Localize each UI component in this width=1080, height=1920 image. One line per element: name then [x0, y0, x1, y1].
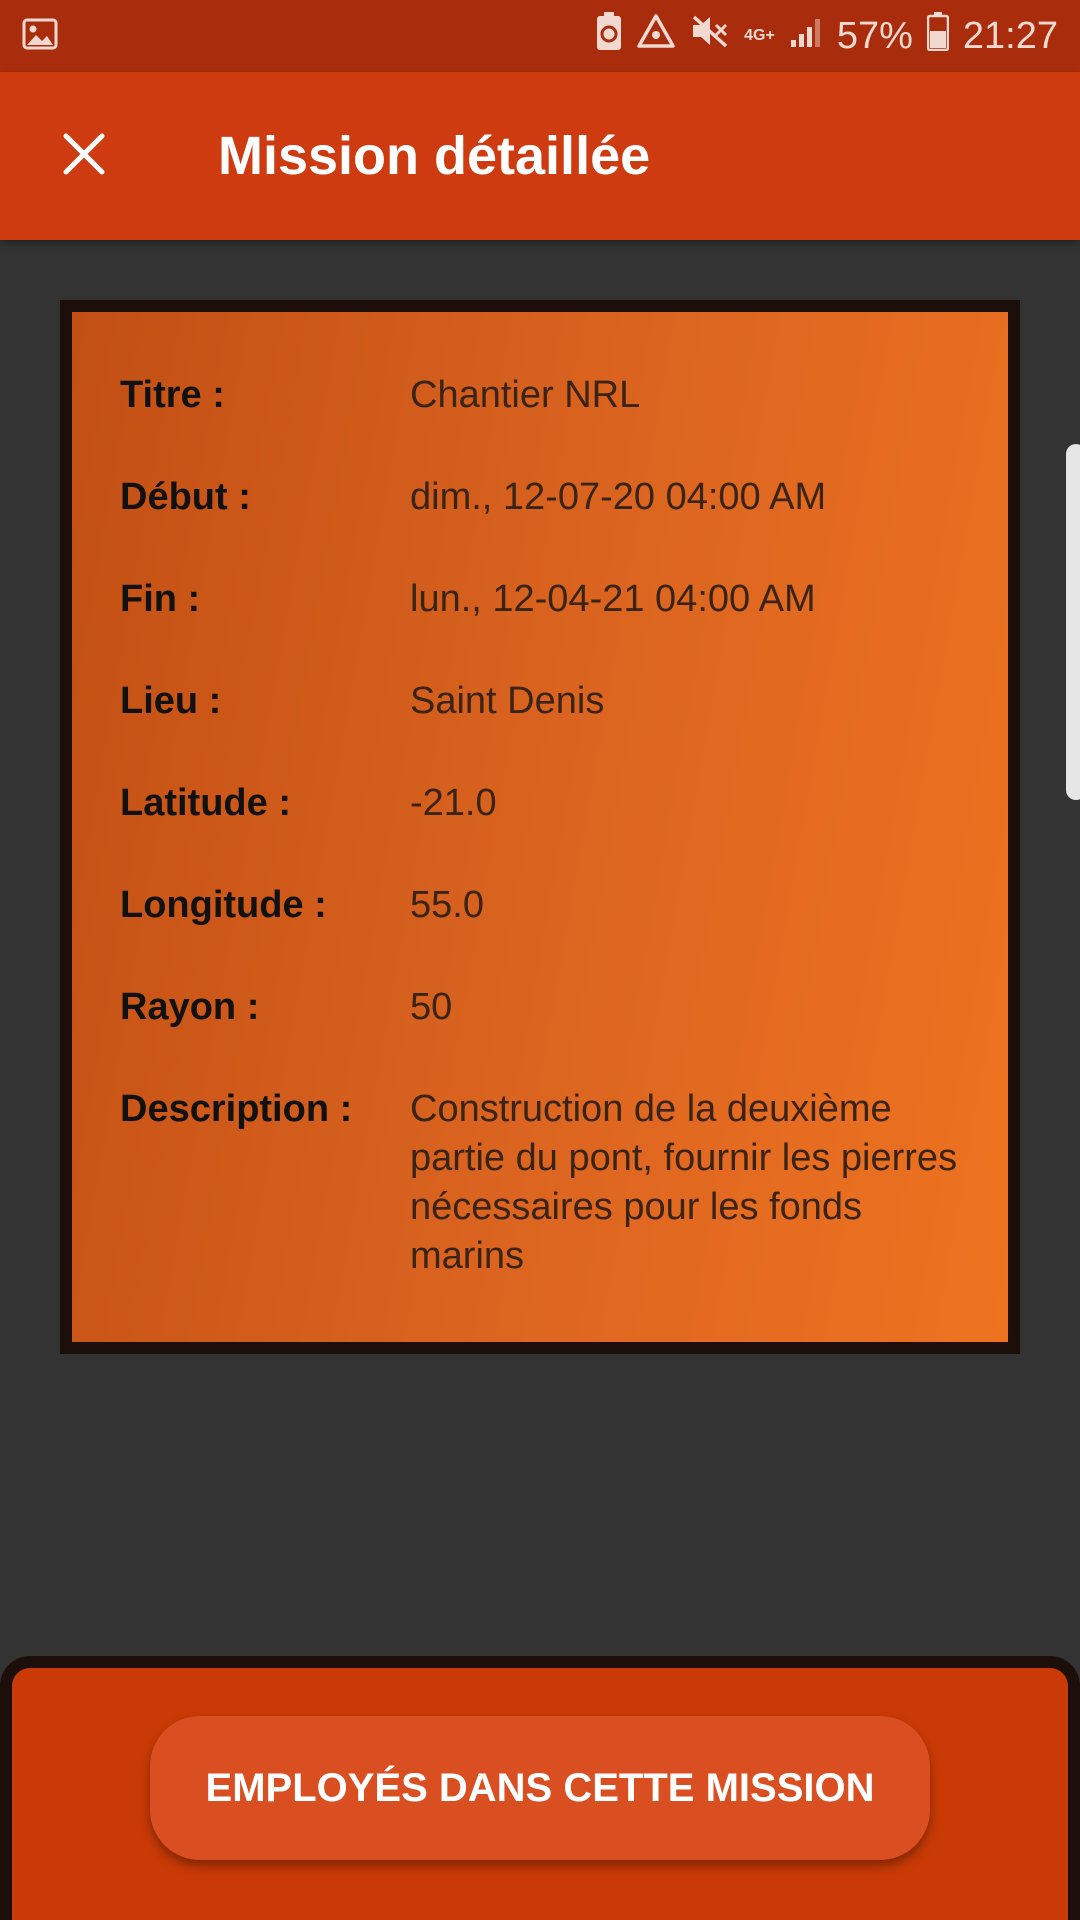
- close-button[interactable]: [48, 120, 120, 192]
- field-value: Construction de la deuxième partie du po…: [410, 1088, 958, 1277]
- field-row-description: Description : Construction de la deuxièm…: [120, 1085, 968, 1281]
- field-label: Rayon :: [120, 986, 260, 1028]
- field-row-lieu: Lieu : Saint Denis: [120, 677, 968, 726]
- field-label: Latitude :: [120, 782, 291, 824]
- field-row-longitude: Longitude : 55.0: [120, 881, 968, 930]
- bottom-action-panel: EMPLOYÉS DANS CETTE MISSION: [0, 1656, 1080, 1920]
- field-label: Lieu :: [120, 680, 222, 722]
- field-value: lun., 12-04-21 04:00 AM: [410, 578, 816, 620]
- field-label: Fin :: [120, 578, 201, 620]
- field-value: Saint Denis: [410, 680, 605, 722]
- field-row-fin: Fin : lun., 12-04-21 04:00 AM: [120, 575, 968, 624]
- field-value: 55.0: [410, 884, 484, 926]
- field-label: Longitude :: [120, 884, 327, 926]
- field-row-titre: Titre : Chantier NRL: [120, 371, 968, 420]
- gallery-icon: [22, 18, 58, 55]
- field-row-rayon: Rayon : 50: [120, 983, 968, 1032]
- field-label: Titre :: [120, 374, 225, 416]
- close-icon: [62, 132, 106, 181]
- battery-icon: [926, 11, 950, 61]
- app-bar: Mission détaillée: [0, 72, 1080, 240]
- status-bar: 4G+ 57% 21:27: [0, 0, 1080, 72]
- field-value: 50: [410, 986, 453, 1028]
- employees-in-mission-button[interactable]: EMPLOYÉS DANS CETTE MISSION: [150, 1716, 930, 1860]
- field-row-debut: Début : dim., 12-07-20 04:00 AM: [120, 473, 968, 522]
- recycle-icon: [636, 13, 676, 59]
- field-value: dim., 12-07-20 04:00 AM: [410, 476, 827, 518]
- network-type-label: 4G+: [744, 27, 775, 44]
- field-row-latitude: Latitude : -21.0: [120, 779, 968, 828]
- mute-icon: [690, 13, 730, 59]
- field-value: -21.0: [410, 782, 497, 824]
- signal-icon: [789, 15, 823, 58]
- clock: 21:27: [962, 14, 1058, 57]
- field-label: Début :: [120, 476, 251, 518]
- page-title: Mission détaillée: [218, 126, 651, 186]
- scrollbar-thumb[interactable]: [1066, 444, 1080, 800]
- battery-saver-icon: [596, 11, 622, 61]
- battery-percent: 57%: [836, 14, 913, 57]
- mission-details-card: Titre : Chantier NRL Début : dim., 12-07…: [60, 300, 1020, 1354]
- field-value: Chantier NRL: [410, 374, 641, 416]
- field-label: Description :: [120, 1088, 353, 1130]
